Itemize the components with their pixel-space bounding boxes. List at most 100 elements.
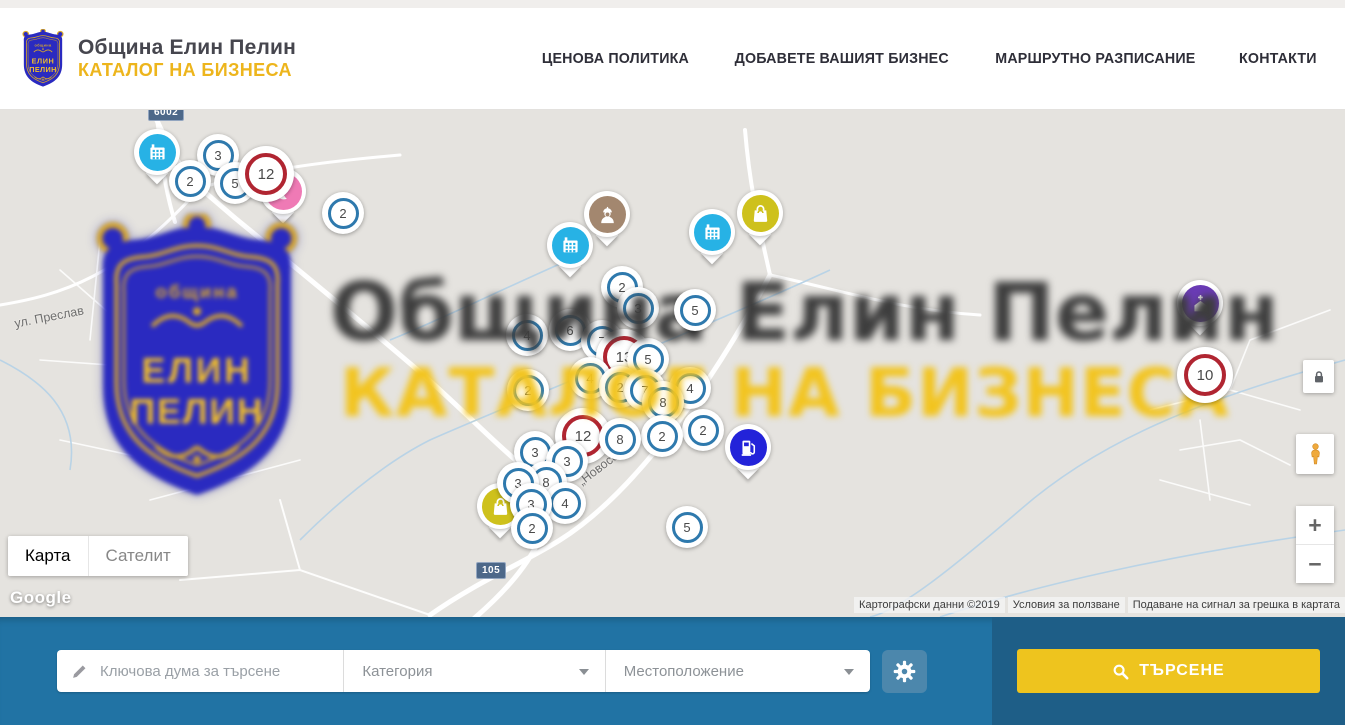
- cluster-count: 8: [616, 432, 623, 447]
- map-attribution: Картографски данни ©2019 Условия за полз…: [854, 597, 1345, 613]
- pin-ring: [689, 209, 735, 255]
- map-canvas[interactable]: 6002 105 ул. Преслав бул. „Новоселци“ 32…: [0, 110, 1345, 617]
- category-pin-factory[interactable]: [689, 209, 735, 271]
- top-strip: [0, 0, 1345, 8]
- search-bar: Категория Местоположение ТЪРСЕНЕ: [0, 617, 1345, 725]
- municipality-crest-logo: [20, 29, 66, 89]
- location-select-value: Местоположение: [624, 663, 744, 680]
- chevron-down-icon: [579, 669, 589, 675]
- cluster-marker[interactable]: 3: [617, 287, 659, 329]
- worker-icon: [597, 204, 618, 225]
- report-error-link[interactable]: Подаване на сигнал за грешка в картата: [1128, 597, 1345, 613]
- cluster-marker[interactable]: 4: [506, 314, 548, 356]
- pin-ring: [1177, 280, 1223, 326]
- page: Община Елин Пелин КАТАЛОГ НА БИЗНЕСА ЦЕН…: [0, 0, 1345, 725]
- category-pin-factory[interactable]: [547, 222, 593, 284]
- pin-ring: [547, 222, 593, 268]
- cluster-marker[interactable]: 2: [322, 192, 364, 234]
- keyword-input[interactable]: [98, 662, 343, 681]
- main-nav: ЦЕНОВА ПОЛИТИКА ДОБАВЕТЕ ВАШИЯТ БИЗНЕС М…: [538, 50, 1319, 67]
- search-icon: [1112, 663, 1129, 680]
- cluster-count: 2: [524, 383, 531, 398]
- cluster-count: 2: [699, 423, 706, 438]
- attribution-copyright: Картографски данни ©2019: [854, 597, 1005, 613]
- cluster-count: 3: [214, 148, 221, 163]
- cluster-count: 2: [528, 521, 535, 536]
- category-pin-church[interactable]: [1177, 280, 1223, 342]
- cluster-count: 2: [616, 380, 623, 395]
- google-logo[interactable]: Google: [10, 588, 72, 608]
- zoom-out-button[interactable]: −: [1296, 545, 1334, 583]
- church-icon: [1190, 293, 1211, 314]
- cluster-count: 4: [523, 328, 530, 343]
- fuel-icon: [738, 437, 759, 458]
- search-button[interactable]: ТЪРСЕНЕ: [1017, 649, 1320, 693]
- cluster-marker[interactable]: 2: [169, 160, 211, 202]
- pin-ring: [737, 190, 783, 236]
- gear-icon: [893, 660, 916, 683]
- cluster-count: 4: [561, 496, 568, 511]
- road-number-chip: 6002: [148, 110, 184, 121]
- nav-route-schedule[interactable]: МАРШРУТНО РАЗПИСАНИЕ: [996, 50, 1196, 67]
- search-submit-panel: ТЪРСЕНЕ: [992, 617, 1345, 725]
- cluster-marker[interactable]: 10: [1177, 347, 1233, 403]
- nav-contacts[interactable]: КОНТАКТИ: [1239, 50, 1317, 67]
- advanced-search-button[interactable]: [882, 650, 927, 693]
- map-type-control: Карта Сателит: [8, 536, 188, 576]
- cluster-count: 8: [659, 395, 666, 410]
- lock-icon: [1311, 369, 1327, 385]
- zoom-control: + −: [1296, 506, 1334, 583]
- cluster-count: 2: [658, 429, 665, 444]
- cluster-count: 3: [563, 454, 570, 469]
- site-subtitle: КАТАЛОГ НА БИЗНЕСА: [78, 60, 296, 81]
- cluster-count: 5: [683, 520, 690, 535]
- pegman-icon: [1307, 443, 1324, 466]
- category-pin-fuel[interactable]: [725, 424, 771, 486]
- road-number-chip: 105: [476, 562, 506, 579]
- cluster-count: 3: [531, 445, 538, 460]
- factory-icon: [147, 142, 168, 163]
- bag-icon: [750, 203, 771, 224]
- pencil-icon: [71, 663, 88, 680]
- nav-add-your-business[interactable]: ДОБАВЕТЕ ВАШИЯТ БИЗНЕС: [735, 50, 949, 67]
- map-type-map-button[interactable]: Карта: [8, 536, 88, 576]
- nav-pricing-policy[interactable]: ЦЕНОВА ПОЛИТИКА: [542, 50, 689, 67]
- street-view-pegman[interactable]: [1296, 434, 1334, 474]
- cluster-count: 3: [634, 301, 641, 316]
- cluster-marker[interactable]: 2: [511, 507, 553, 549]
- site-title: Община Елин Пелин: [78, 36, 296, 60]
- cluster-marker[interactable]: 5: [666, 506, 708, 548]
- chevron-down-icon: [844, 669, 854, 675]
- cluster-count: 4: [586, 371, 593, 386]
- cluster-count: 5: [644, 352, 651, 367]
- lock-button[interactable]: [1303, 360, 1334, 393]
- cluster-marker[interactable]: 2: [507, 369, 549, 411]
- search-button-label: ТЪРСЕНЕ: [1139, 662, 1224, 680]
- cluster-marker[interactable]: 12: [238, 146, 294, 202]
- category-pin-bag[interactable]: [737, 190, 783, 252]
- factory-icon: [702, 222, 723, 243]
- factory-icon: [560, 235, 581, 256]
- cluster-count: 5: [691, 303, 698, 318]
- cluster-count: 10: [1197, 367, 1214, 384]
- cluster-marker[interactable]: 2: [682, 409, 724, 451]
- cluster-marker[interactable]: 8: [599, 418, 641, 460]
- cluster-marker[interactable]: 5: [674, 289, 716, 331]
- cluster-count: 6: [566, 323, 573, 338]
- header: Община Елин Пелин КАТАЛОГ НА БИЗНЕСА ЦЕН…: [0, 8, 1345, 110]
- map-type-satellite-button[interactable]: Сателит: [88, 536, 188, 576]
- brand-text: Община Елин Пелин КАТАЛОГ НА БИЗНЕСА: [78, 36, 296, 81]
- cluster-count: 2: [339, 206, 346, 221]
- brand[interactable]: Община Елин Пелин КАТАЛОГ НА БИЗНЕСА: [20, 29, 296, 89]
- pin-ring: [725, 424, 771, 470]
- cluster-count: 4: [686, 381, 693, 396]
- keyword-field[interactable]: [57, 650, 343, 692]
- search-fields: Категория Местоположение: [57, 650, 870, 692]
- location-select[interactable]: Местоположение: [605, 650, 870, 692]
- cluster-count: 2: [186, 174, 193, 189]
- zoom-in-button[interactable]: +: [1296, 506, 1334, 545]
- category-select[interactable]: Категория: [343, 650, 604, 692]
- cluster-count: 12: [258, 166, 275, 183]
- terms-link[interactable]: Условия за ползване: [1008, 597, 1125, 613]
- cluster-marker[interactable]: 2: [641, 415, 683, 457]
